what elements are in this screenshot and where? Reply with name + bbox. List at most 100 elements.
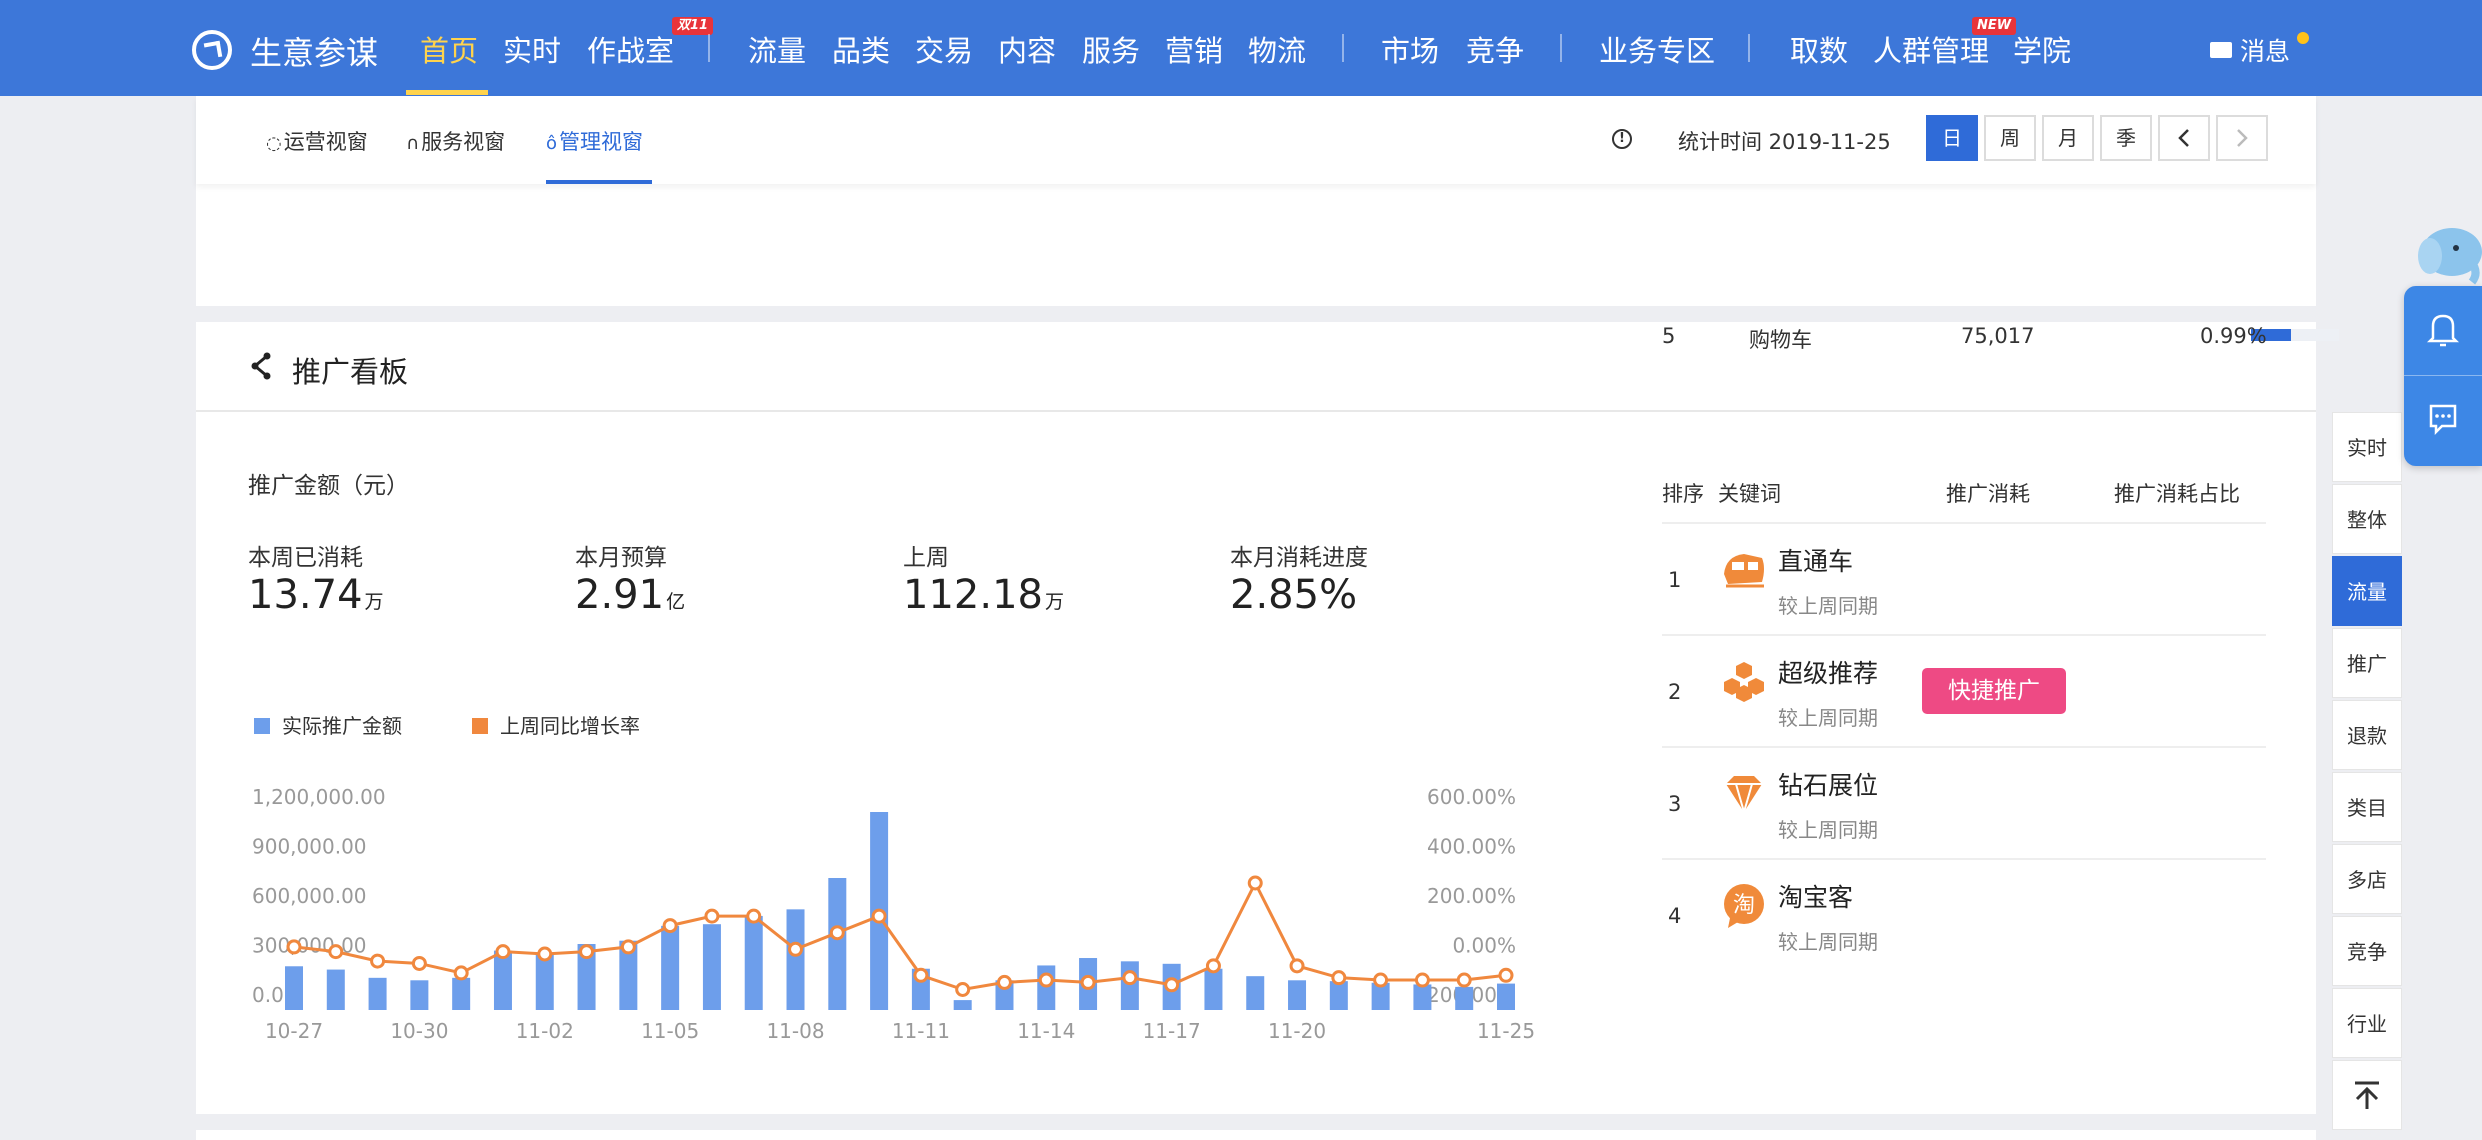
brand-name[interactable]: 生意参谋 xyxy=(250,28,378,74)
nav-item-war-room[interactable]: 作战室 xyxy=(587,28,674,70)
tab-label: 管理视窗 xyxy=(559,130,644,154)
side-nav-item[interactable]: 推广 xyxy=(2332,628,2402,698)
nav-item-traffic[interactable]: 流量 xyxy=(748,28,806,70)
left-axis-tick-label: 1,200,000.00 xyxy=(252,785,386,809)
next-date-button[interactable] xyxy=(2216,115,2268,161)
x-axis-tick-label: 11-08 xyxy=(766,1019,824,1043)
nav-item-crowd[interactable]: 人群管理 xyxy=(1873,28,1989,70)
row-compare: 较上周同期 xyxy=(1778,818,1878,842)
line-point xyxy=(788,941,804,957)
chat-button[interactable] xyxy=(2404,376,2482,464)
share-icon[interactable] xyxy=(250,352,272,380)
double11-badge: 双11 xyxy=(672,17,714,35)
back-to-top-button[interactable] xyxy=(2332,1060,2402,1130)
legend-swatch xyxy=(472,718,488,734)
active-nav-underline xyxy=(406,90,488,95)
nav-item-logistics[interactable]: 物流 xyxy=(1248,28,1306,70)
row-share: 0.99% xyxy=(2200,324,2267,348)
bar xyxy=(661,925,680,1010)
period-day-button[interactable]: 日 xyxy=(1926,115,1978,161)
bar xyxy=(744,915,763,1010)
line-point xyxy=(996,974,1012,990)
taobao-icon: 淘 xyxy=(1724,884,1764,928)
side-nav-item[interactable]: 实时 xyxy=(2332,412,2402,482)
nav-item-trade[interactable]: 交易 xyxy=(915,28,973,70)
bar xyxy=(1120,961,1139,1010)
x-axis-tick-label: 11-25 xyxy=(1477,1019,1535,1043)
table-row[interactable]: 3 钻石展位 较上周同期 xyxy=(1662,746,2266,858)
nav-item-academy[interactable]: 学院 xyxy=(2013,28,2071,70)
side-nav-item[interactable]: 整体 xyxy=(2332,484,2402,554)
tab-service-view[interactable]: ∩服务视窗 xyxy=(406,126,505,156)
quick-promote-button[interactable]: 快捷推广 xyxy=(1922,668,2066,714)
bar xyxy=(1037,965,1056,1010)
side-nav-item[interactable]: 行业 xyxy=(2332,988,2402,1058)
honeycomb-icon xyxy=(1724,662,1764,702)
row-compare: 较上周同期 xyxy=(1778,594,1878,618)
legend-line-series[interactable]: 上周同比增长率 xyxy=(472,710,640,739)
bar xyxy=(1288,980,1307,1010)
side-nav-item[interactable]: 多店 xyxy=(2332,844,2402,914)
nav-item-data-fetch[interactable]: 取数 xyxy=(1790,28,1848,70)
active-tab-underline xyxy=(546,180,652,184)
elephant-mascot-icon xyxy=(2418,228,2482,285)
nav-item-content[interactable]: 内容 xyxy=(998,28,1056,70)
line-point xyxy=(1080,974,1096,990)
tab-operation-view[interactable]: ◌运营视窗 xyxy=(266,126,368,156)
mail-icon xyxy=(2210,42,2232,58)
row-rank: 5 xyxy=(1662,324,1676,348)
compass-logo-icon[interactable] xyxy=(192,30,232,70)
prev-date-button[interactable] xyxy=(2158,115,2210,161)
stat-time: 统计时间 2019-11-25 xyxy=(1678,130,1891,154)
metric-label: 本月预算 xyxy=(575,545,667,571)
line-point xyxy=(453,965,469,981)
line-point xyxy=(411,955,427,971)
table-row[interactable]: 1 直通车 较上周同期 xyxy=(1662,522,2266,634)
side-nav-item[interactable]: 流量 xyxy=(2332,556,2402,626)
tab-management-view[interactable]: ô管理视窗 xyxy=(546,126,643,156)
table-row[interactable]: 4 淘 淘宝客 较上周同期 xyxy=(1662,858,2266,970)
bar xyxy=(1497,983,1515,1010)
line-point xyxy=(579,944,595,960)
period-month-button[interactable]: 月 xyxy=(2042,115,2094,161)
nav-item-category[interactable]: 品类 xyxy=(832,28,890,70)
row-keyword: 钻石展位 xyxy=(1778,771,1879,800)
period-week-button[interactable]: 周 xyxy=(1984,115,2036,161)
nav-item-market[interactable]: 市场 xyxy=(1381,28,1439,70)
x-axis-tick-label: 11-14 xyxy=(1017,1019,1075,1043)
message-button[interactable]: 消息 xyxy=(2210,32,2290,68)
line-point xyxy=(829,925,845,941)
metric-value: 112.18 万 xyxy=(903,572,1064,618)
bar xyxy=(452,977,471,1010)
unread-dot xyxy=(2297,32,2309,44)
metric-unit: 万 xyxy=(1044,591,1064,613)
bar xyxy=(326,969,345,1010)
nav-item-service[interactable]: 服务 xyxy=(1082,28,1140,70)
row-rank: 4 xyxy=(1668,904,1682,928)
side-nav-item[interactable]: 竞争 xyxy=(2332,916,2402,986)
amount-title: 推广金额（元） xyxy=(248,473,409,499)
left-axis-tick-label: 600,000.00 xyxy=(252,884,367,908)
info-icon[interactable]: ! xyxy=(1612,129,1632,149)
nav-item-realtime[interactable]: 实时 xyxy=(503,28,561,70)
notification-button[interactable] xyxy=(2404,286,2482,374)
metric-label: 上周 xyxy=(903,545,949,571)
nav-item-marketing[interactable]: 营销 xyxy=(1165,28,1223,70)
period-quarter-button[interactable]: 季 xyxy=(2100,115,2152,161)
shield-icon: ◌ xyxy=(266,133,282,154)
left-axis-tick-label: 900,000.00 xyxy=(252,835,367,859)
nav-item-home[interactable]: 首页 xyxy=(420,28,478,70)
table-row[interactable]: 2 超级推荐 较上周同期 快捷推广 xyxy=(1662,634,2266,746)
nav-item-business-zone[interactable]: 业务专区 xyxy=(1599,28,1715,70)
chevron-right-icon xyxy=(2237,129,2248,147)
nav-item-competition[interactable]: 竞争 xyxy=(1466,28,1524,70)
metric-unit: 亿 xyxy=(666,591,686,613)
metric-label: 本周已消耗 xyxy=(248,545,363,571)
bar xyxy=(368,977,387,1010)
side-nav-item[interactable]: 退款 xyxy=(2332,700,2402,770)
right-axis-tick-label: 0.00% xyxy=(1452,934,1516,958)
side-nav-item[interactable]: 类目 xyxy=(2332,772,2402,842)
line-point xyxy=(913,967,929,983)
legend-bar-series[interactable]: 实际推广金额 xyxy=(254,710,402,739)
bell-icon xyxy=(2426,314,2460,347)
